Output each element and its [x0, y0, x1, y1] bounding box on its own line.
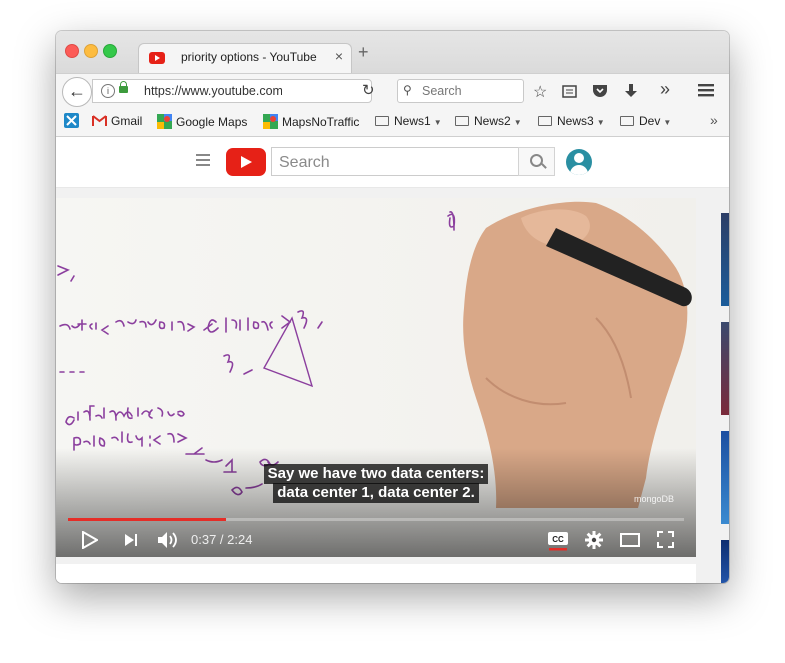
bookmark-label: News3 [557, 114, 594, 128]
bookmark-app-icon[interactable] [64, 113, 79, 131]
tab-youtube[interactable]: priority options - YouTube × [138, 43, 352, 75]
tab-title: priority options - YouTube [181, 50, 317, 64]
chevron-down-icon: ▼ [663, 118, 672, 127]
maps-icon [263, 114, 278, 129]
play-icon[interactable] [82, 530, 100, 554]
bookmark-folder-dev[interactable]: Dev ▼ [620, 114, 671, 128]
youtube-favicon-icon [149, 52, 165, 64]
window-maximize-button[interactable] [103, 44, 117, 58]
browser-search-placeholder: Search [422, 84, 462, 98]
bookmark-google-maps[interactable]: Google Maps [157, 114, 247, 129]
bookmarks-overflow-button[interactable]: » [710, 112, 718, 128]
youtube-search-field[interactable] [271, 147, 519, 176]
video-info-area [56, 564, 696, 583]
reload-icon[interactable]: ↻ [362, 81, 375, 99]
bookmark-label: Google Maps [176, 115, 248, 129]
youtube-search-button[interactable] [518, 147, 555, 176]
bookmark-label: News2 [474, 114, 511, 128]
bookmark-folder-news3[interactable]: News3 ▼ [538, 114, 605, 128]
browser-search-input[interactable]: ⚲ Search [397, 79, 524, 103]
theater-mode-icon[interactable] [620, 533, 640, 552]
bookmarks-toolbar: Gmail Google Maps MapsNoTraffic News1 ▼ N… [56, 109, 729, 137]
player-controls: 0:37 / 2:24 CC [56, 525, 696, 557]
avatar[interactable] [566, 149, 592, 175]
folder-icon [538, 116, 552, 126]
folder-icon [455, 116, 469, 126]
bookmark-folder-news2[interactable]: News2 ▼ [455, 114, 522, 128]
menu-icon[interactable] [698, 84, 714, 102]
new-tab-button[interactable]: + [358, 42, 369, 63]
video-player[interactable]: Say we have two data centers: data cente… [56, 198, 696, 557]
chevron-down-icon: ▼ [596, 118, 605, 127]
caption-text: Say we have two data centers: [263, 464, 489, 484]
bookmark-folder-news1[interactable]: News1 ▼ [375, 114, 442, 128]
related-video-thumbnail[interactable] [721, 322, 729, 415]
star-icon[interactable]: ☆ [533, 82, 547, 102]
info-icon[interactable]: i [101, 84, 115, 98]
tab-strip: priority options - YouTube × + [56, 31, 729, 75]
window-minimize-button[interactable] [84, 44, 98, 58]
bookmark-label: News1 [394, 114, 431, 128]
related-video-thumbnail[interactable] [721, 540, 729, 583]
browser-window: priority options - YouTube × + ← i https… [56, 31, 729, 583]
caption-text: data center 1, data center 2. [273, 483, 479, 503]
settings-gear-icon[interactable] [585, 531, 603, 554]
reading-list-icon[interactable] [562, 84, 577, 103]
related-video-thumbnail[interactable] [721, 213, 729, 306]
youtube-logo[interactable] [226, 148, 266, 176]
maps-icon [157, 114, 172, 129]
url-text[interactable]: https://www.youtube.com/watch? [144, 84, 282, 98]
volume-icon[interactable] [157, 531, 179, 554]
caption-line: Say we have two data centers: [56, 464, 696, 484]
captions-button[interactable]: CC [548, 531, 568, 556]
gmail-icon [92, 115, 107, 126]
more-tools-icon[interactable]: » [660, 79, 670, 100]
chevron-down-icon: ▼ [513, 118, 522, 127]
back-button[interactable]: ← [62, 77, 92, 107]
search-icon [530, 154, 543, 167]
tab-close-icon[interactable]: × [335, 48, 343, 64]
related-videos-sidebar [707, 198, 729, 583]
folder-icon [620, 116, 634, 126]
url-bar[interactable]: i https://www.youtube.com/watch? [92, 79, 372, 103]
mongodb-watermark: mongoDB [634, 494, 675, 504]
lock-icon [119, 81, 128, 93]
window-close-button[interactable] [65, 44, 79, 58]
bookmark-mapsnotraffic[interactable]: MapsNoTraffic [263, 114, 359, 129]
folder-icon [375, 116, 389, 126]
pocket-icon[interactable] [592, 84, 608, 103]
captions-label: CC [552, 535, 564, 544]
chevron-down-icon: ▼ [433, 118, 442, 127]
download-icon[interactable] [624, 83, 638, 103]
bookmark-label: Dev [639, 114, 661, 128]
time-display: 0:37 / 2:24 [191, 532, 253, 547]
next-icon[interactable] [124, 533, 138, 552]
progress-bar[interactable] [68, 518, 684, 521]
caption-line: data center 1, data center 2. [56, 483, 696, 503]
navigation-toolbar: ← i https://www.youtube.com/watch? ↻ ⚲ S… [56, 73, 729, 110]
bookmark-gmail[interactable]: Gmail [92, 114, 142, 128]
youtube-search-input[interactable] [277, 149, 511, 176]
watch-page-content: Say we have two data centers: data cente… [56, 188, 729, 583]
bookmark-label: MapsNoTraffic [282, 115, 360, 129]
search-engine-icon[interactable]: ⚲ [403, 83, 412, 97]
progress-played [68, 518, 227, 521]
guide-menu-icon[interactable] [196, 154, 210, 169]
youtube-header [56, 137, 729, 188]
bookmark-label: Gmail [111, 114, 143, 128]
related-video-thumbnail[interactable] [721, 431, 729, 524]
fullscreen-icon[interactable] [657, 531, 674, 553]
